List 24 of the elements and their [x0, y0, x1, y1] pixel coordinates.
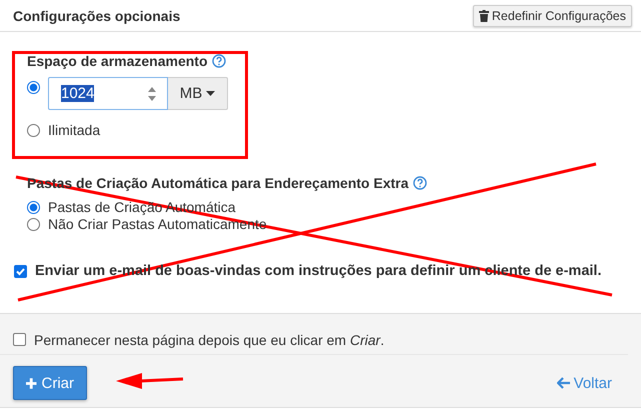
checkbox[interactable]	[14, 264, 27, 278]
caret-icon	[206, 91, 216, 96]
help-icon[interactable]	[412, 176, 427, 190]
storage-value: 1024	[61, 85, 94, 102]
reset-settings-button[interactable]: Redefinir Configurações	[472, 4, 632, 26]
help-icon[interactable]	[212, 54, 226, 68]
section-title: Configurações opcionais	[13, 8, 180, 24]
field-label: Espaço de armazenamento	[27, 53, 208, 69]
radio-button[interactable]	[27, 81, 40, 94]
spinner-icon[interactable]	[147, 86, 157, 102]
option-label: Pastas de Criação Automática	[48, 199, 236, 215]
unit-dropdown[interactable]: MB	[168, 77, 228, 110]
radio-button[interactable]	[27, 218, 40, 230]
option-label: Ilimitada	[48, 122, 100, 138]
storage-input-field[interactable]: 1024	[48, 77, 168, 110]
arrow	[116, 373, 184, 389]
radio-button[interactable]	[27, 124, 40, 136]
trash-icon	[478, 10, 489, 22]
plus-icon	[26, 378, 36, 388]
checkbox-label: Permanecer nesta página depois que eu clicar em Criar.	[34, 332, 384, 348]
radio-button[interactable]	[27, 200, 40, 214]
arrow-left-icon	[556, 377, 570, 389]
create-button[interactable]: Criar	[13, 366, 87, 400]
checkbox[interactable]	[13, 333, 26, 346]
